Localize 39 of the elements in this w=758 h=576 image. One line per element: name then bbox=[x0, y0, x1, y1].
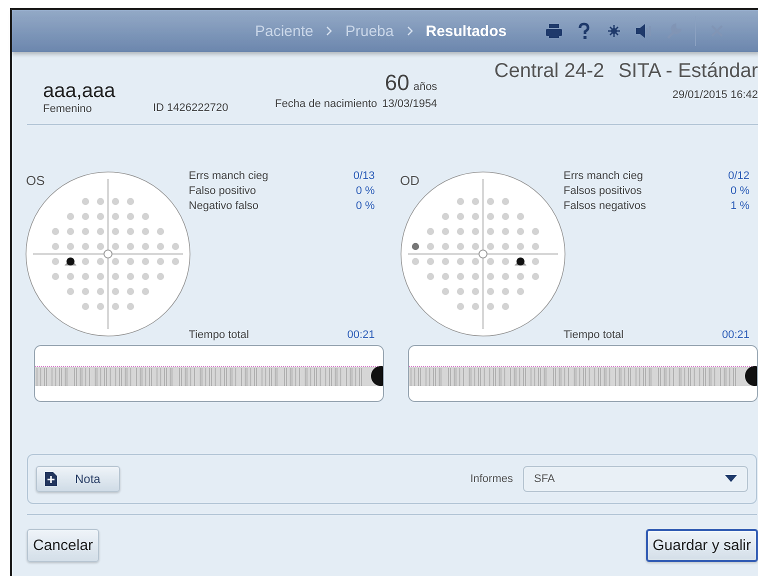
caret-icon bbox=[725, 475, 737, 483]
patient-name: aaa,aaa bbox=[43, 80, 116, 103]
note-button[interactable]: Nota bbox=[36, 466, 120, 492]
test-datetime: 29/01/2015 16:42 bbox=[672, 89, 758, 101]
cancel-button[interactable]: Cancelar bbox=[27, 529, 100, 562]
patient-id: ID 1426222720 bbox=[153, 102, 230, 114]
stat-label: Errs manch cieg bbox=[188, 169, 268, 184]
save-and-exit-button[interactable]: Guardar y salir bbox=[646, 529, 758, 562]
stat-value: 00:21 bbox=[347, 329, 375, 341]
patient-sex: Femenino bbox=[43, 103, 93, 115]
test-pattern: Central 24-2 bbox=[494, 60, 604, 83]
printer-icon[interactable] bbox=[544, 22, 563, 40]
birth-date-label: Fecha de nacimiento bbox=[275, 98, 378, 110]
stat-label: Errs manch cieg bbox=[564, 169, 643, 184]
chevron-icon bbox=[406, 26, 414, 36]
add-note-icon bbox=[45, 472, 57, 486]
stat-value: 0 % bbox=[356, 184, 375, 199]
chevron-icon bbox=[325, 26, 334, 36]
stat-label: Falsos positivos bbox=[564, 184, 642, 199]
speaker-icon[interactable] bbox=[634, 22, 653, 40]
stat-label: Negativo falso bbox=[188, 199, 259, 214]
stat-label: Tiempo total bbox=[564, 329, 624, 341]
stat-value: 0 % bbox=[730, 184, 750, 199]
stat-value: 0 % bbox=[356, 199, 375, 214]
patient-age: 60 bbox=[384, 70, 410, 96]
test-strategy: SITA - Estándar bbox=[618, 60, 758, 83]
stat-value: 0/12 bbox=[728, 169, 750, 184]
reports-label: Informes bbox=[470, 473, 513, 485]
stat-value: 0/13 bbox=[353, 169, 375, 184]
stat-label: Falsos negativos bbox=[564, 199, 646, 214]
age-unit: años bbox=[413, 81, 438, 93]
reports-dropdown[interactable]: SFA bbox=[523, 466, 748, 492]
stat-label: Falso positivo bbox=[188, 184, 256, 199]
stat-label: Tiempo total bbox=[188, 329, 249, 341]
eye-label: OD bbox=[400, 173, 420, 189]
birth-date: 13/03/1954 bbox=[382, 98, 438, 110]
stat-value: 1 % bbox=[730, 199, 750, 214]
stat-value: 00:21 bbox=[722, 329, 750, 341]
eye-label: OS bbox=[26, 173, 45, 189]
